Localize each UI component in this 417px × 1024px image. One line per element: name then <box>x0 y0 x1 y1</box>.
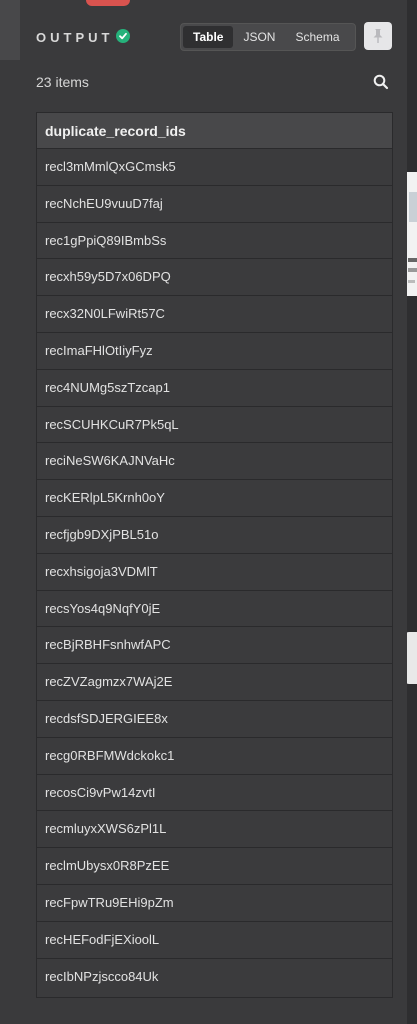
check-circle-icon <box>116 29 130 43</box>
table-row[interactable]: recmluyxXWS6zPl1L <box>37 811 392 849</box>
table-row[interactable]: recFpwTRu9EHi9pZm <box>37 885 392 922</box>
column-header-duplicate-record-ids[interactable]: duplicate_record_ids <box>37 113 392 149</box>
table-row[interactable]: recBjRBHFsnhwfAPC <box>37 627 392 665</box>
table-row[interactable]: recxhsigoja3VDMlT <box>37 554 392 591</box>
left-canvas-top <box>0 0 20 60</box>
canvas-node-card[interactable] <box>407 172 417 296</box>
node-icon <box>409 192 417 222</box>
table-row[interactable]: recHEFodFjEXioolL <box>37 922 392 959</box>
left-canvas-edge <box>0 0 20 1024</box>
table-row[interactable]: rec1gPpiQ89IBmbSs <box>37 223 392 260</box>
view-mode-tabs: Table JSON Schema <box>180 23 356 51</box>
output-header: OUTPUT Table JSON Schema <box>20 18 407 58</box>
right-canvas-edge <box>405 0 417 1024</box>
table-row[interactable]: recNchEU9vuuD7faj <box>37 186 392 223</box>
table-row[interactable]: recl3mMmlQxGCmsk5 <box>37 149 392 186</box>
table-row[interactable]: reclmUbysx0R8PzEE <box>37 848 392 885</box>
node-label-line <box>408 268 417 272</box>
table-row[interactable]: recKERlpL5Krnh0oY <box>37 480 392 517</box>
table-row[interactable]: recZVZagmzx7WAj2E <box>37 664 392 701</box>
output-table: duplicate_record_ids recl3mMmlQxGCmsk5 re… <box>36 112 393 998</box>
output-title: OUTPUT <box>36 30 114 45</box>
items-summary-row: 23 items <box>36 72 391 92</box>
table-row[interactable]: recsYos4q9NqfY0jE <box>37 591 392 628</box>
table-row[interactable]: recx32N0LFwiRt57C <box>37 296 392 333</box>
items-count: 23 items <box>36 74 89 90</box>
node-label-line <box>408 280 415 283</box>
table-row[interactable]: recdsfSDJERGIEE8x <box>37 701 392 738</box>
pin-icon <box>373 29 383 43</box>
panel-top-decoration <box>86 0 130 6</box>
table-body: recl3mMmlQxGCmsk5 recNchEU9vuuD7faj rec1gP… <box>37 149 392 995</box>
tab-schema[interactable]: Schema <box>285 26 349 48</box>
tab-json[interactable]: JSON <box>233 26 285 48</box>
table-row[interactable]: recImaFHlOtIiyFyz <box>37 333 392 370</box>
table-row[interactable]: recg0RBFMWdckokc1 <box>37 738 392 775</box>
table-row[interactable]: recIbNPzjscco84Uk <box>37 959 392 996</box>
table-row[interactable]: rec4NUMg5szTzcap1 <box>37 370 392 407</box>
output-panel: OUTPUT Table JSON Schema 23 items duplic… <box>20 0 407 1024</box>
table-row[interactable]: recxh59y5D7x06DPQ <box>37 259 392 297</box>
table-row[interactable]: recfjgb9DXjPBL51o <box>37 517 392 554</box>
table-row[interactable]: recosCi9vPw14zvtI <box>37 775 392 812</box>
pin-data-button[interactable] <box>364 22 392 50</box>
search-icon[interactable] <box>372 73 390 91</box>
table-row[interactable]: recSCUHKCuR7Pk5qL <box>37 407 392 444</box>
node-label-line <box>408 258 417 262</box>
table-row[interactable]: reciNeSW6KAJNVaHc <box>37 443 392 481</box>
tab-table[interactable]: Table <box>183 26 234 48</box>
